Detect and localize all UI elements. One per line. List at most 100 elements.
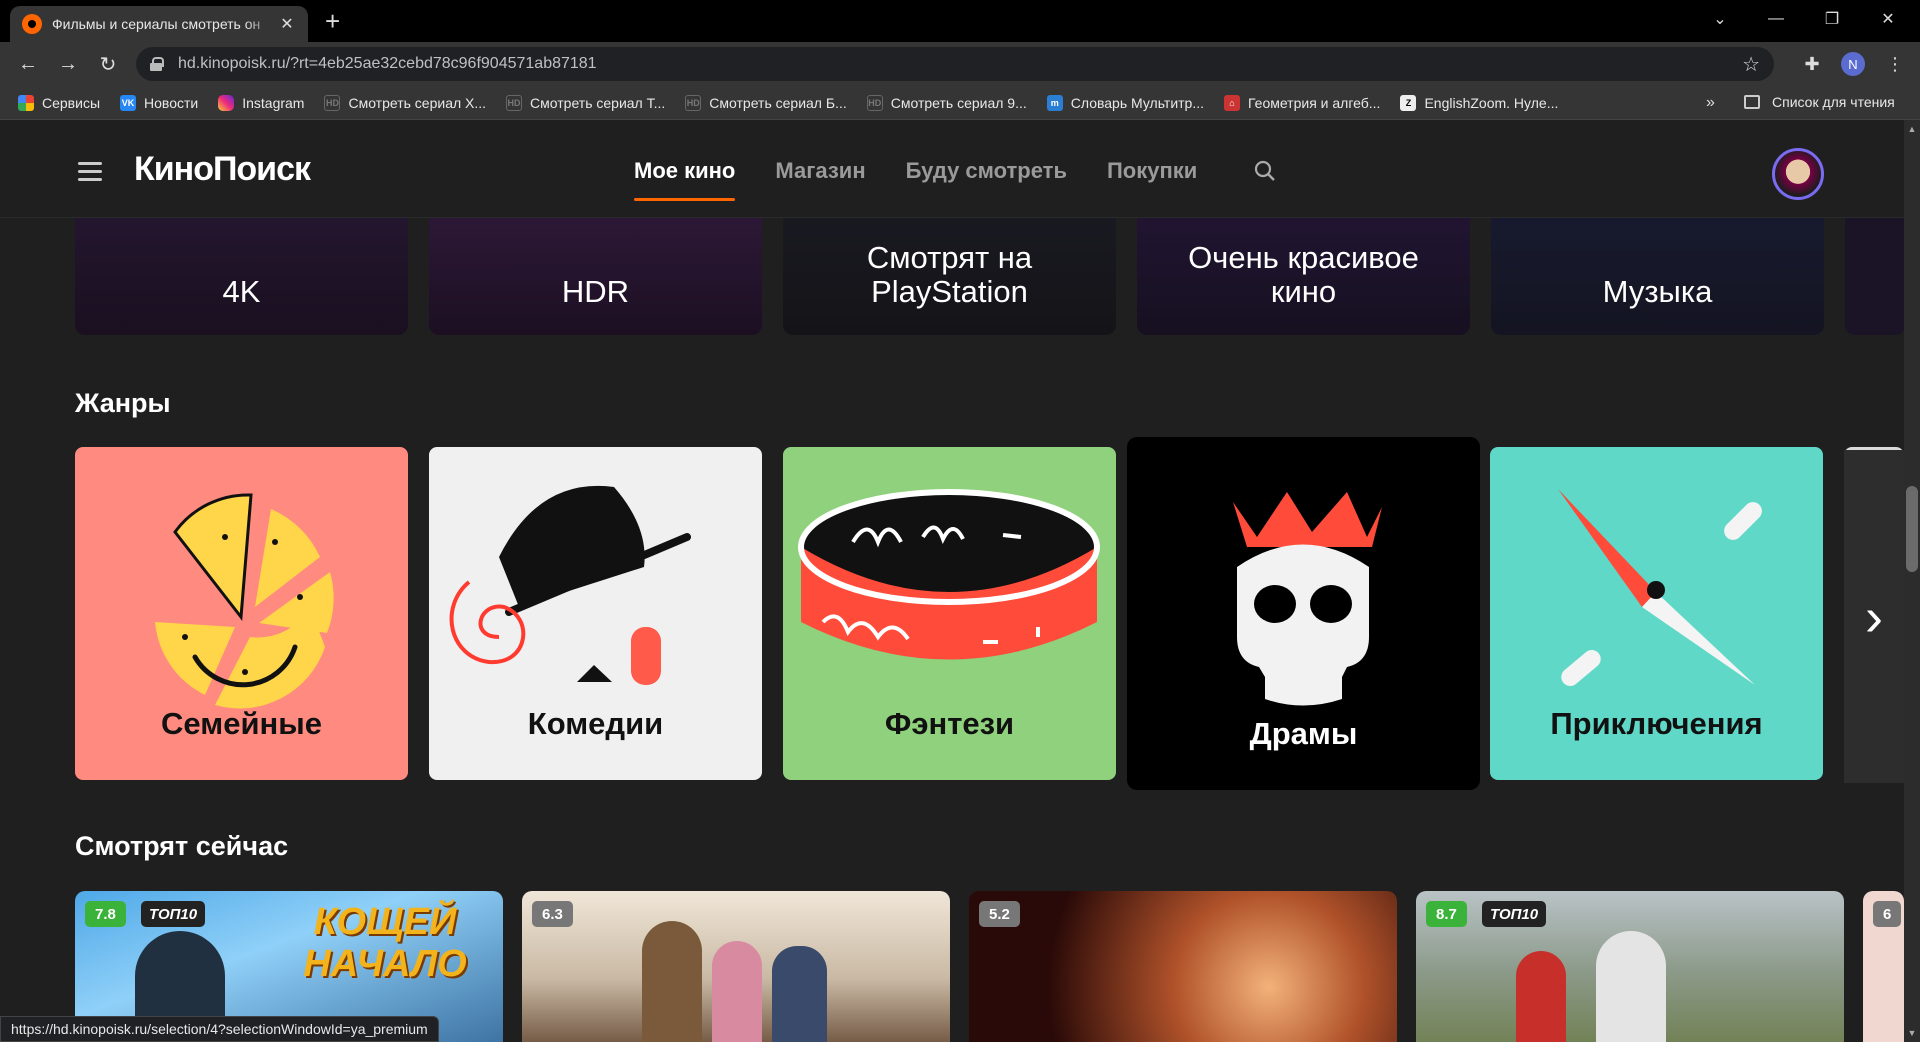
menu-watch-later[interactable]: Буду смотреть (906, 158, 1067, 184)
tab-search-icon[interactable]: ⌄ (1692, 0, 1748, 38)
rating-badge: 6.3 (532, 901, 573, 927)
hd-icon: HD (685, 94, 702, 111)
top10-badge: ТОП10 (141, 901, 206, 927)
bookmarks-bar: Сервисы VK Новости Instagram HD Смотреть с… (0, 86, 1920, 120)
search-icon[interactable] (1254, 160, 1276, 182)
user-avatar[interactable] (1772, 148, 1824, 200)
vk-icon: VK (120, 94, 137, 111)
collection-label: HDR (561, 274, 630, 309)
reload-icon[interactable]: ↻ (88, 52, 128, 77)
extensions-icon[interactable]: ✚ (1797, 52, 1827, 76)
menu-store[interactable]: Магазин (775, 158, 865, 184)
rating-badge: 8.7 (1426, 901, 1467, 927)
bookmark-label: Геометрия и алгеб... (1248, 94, 1381, 111)
chevron-right-icon: › (1865, 586, 1883, 647)
restore-button[interactable]: ❐ (1804, 0, 1860, 38)
rating-badge: 7.8 (85, 901, 126, 927)
genre-label: Фэнтези (884, 706, 1015, 741)
bookmark-serial-4[interactable]: HD Смотреть сериал 9... (866, 94, 1027, 111)
genre-label: Приключения (1550, 706, 1763, 741)
bookmark-instagram[interactable]: Instagram (218, 94, 305, 111)
bookmark-label: Новости (144, 94, 199, 111)
scrollbar-thumb[interactable] (1906, 486, 1918, 572)
bookmark-services[interactable]: Сервисы (18, 94, 100, 111)
close-tab-icon[interactable]: ✕ (278, 14, 296, 34)
bookmark-star-icon[interactable]: ☆ (1742, 52, 1760, 77)
close-window-button[interactable]: ✕ (1860, 0, 1916, 38)
genre-label: Драмы (1249, 716, 1358, 751)
collection-label: Очень красивое кино (1188, 240, 1419, 309)
hd-icon: HD (324, 94, 341, 111)
bookmark-label: Смотреть сериал Т... (530, 94, 666, 111)
reading-list-icon (1744, 95, 1760, 109)
bookmark-geometry[interactable]: ⌂ Геометрия и алгеб... (1224, 94, 1381, 111)
rating-badge: 6 (1873, 901, 1902, 927)
tab-title: Фильмы и сериалы смотреть он (52, 16, 261, 32)
more-bookmarks-button[interactable]: » (1706, 94, 1715, 112)
poster-character (1596, 931, 1666, 1042)
genre-comedy[interactable]: Комедии (429, 447, 762, 780)
collection-label: Музыка (1602, 274, 1713, 309)
url-text[interactable]: hd.kinopoisk.ru/?rt=4eb25ae32cebd78c96f9… (178, 55, 597, 73)
movie-poster-title: КОЩЕЙ НАЧАЛО (303, 901, 467, 985)
collection-label: Смотрят на PlayStation (866, 240, 1033, 309)
lock-icon[interactable] (150, 57, 164, 71)
bookmark-multitran[interactable]: m Словарь Мультитр... (1046, 94, 1204, 111)
address-bar[interactable]: hd.kinopoisk.ru/?rt=4eb25ae32cebd78c96f9… (136, 47, 1774, 81)
reading-list-button[interactable]: Список для чтения (1744, 94, 1895, 110)
poster-character (772, 946, 827, 1042)
movie-card-3[interactable]: 5.2 (969, 891, 1397, 1042)
scroll-up-icon[interactable]: ▲ (1904, 124, 1920, 138)
kinopoisk-logo[interactable]: КиноПоиск (134, 150, 311, 189)
movie-card-2[interactable]: 6.3 (522, 891, 950, 1042)
bookmark-serial-3[interactable]: HD Смотреть сериал Б... (685, 94, 847, 111)
bookmark-label: Смотреть сериал Б... (709, 94, 847, 111)
menu-hamburger-icon[interactable] (78, 162, 102, 186)
genre-adventure[interactable]: Приключения (1490, 447, 1823, 780)
bookmark-englishzoom[interactable]: Z EnglishZoom. Нуле... (1400, 94, 1559, 111)
movie-card-4[interactable]: 8.7 ТОП10 (1416, 891, 1844, 1042)
genre-label: Комедии (527, 706, 664, 741)
new-tab-button[interactable]: + (325, 8, 340, 34)
browser-toolbar: ← → ↻ hd.kinopoisk.ru/?rt=4eb25ae32cebd7… (0, 42, 1920, 86)
poster-character (712, 941, 762, 1042)
browser-tab[interactable]: Фильмы и сериалы смотреть он ✕ (10, 6, 308, 42)
browser-menu-icon[interactable]: ⋮ (1880, 52, 1910, 76)
genres-heading: Жанры (75, 388, 171, 418)
page-scrollbar[interactable] (1904, 120, 1920, 1042)
englishzoom-icon: Z (1400, 94, 1417, 111)
movie-card-partial[interactable]: 6 (1863, 891, 1904, 1042)
instagram-icon (218, 94, 235, 111)
back-icon[interactable]: ← (8, 53, 48, 76)
genre-drama[interactable]: Драмы (1127, 437, 1480, 790)
profile-button[interactable]: N (1838, 52, 1868, 76)
bookmark-serial-1[interactable]: HD Смотреть сериал Х... (324, 94, 487, 111)
collection-label: 4K (222, 274, 261, 309)
now-watching-heading: Смотрят сейчас (75, 831, 289, 861)
genre-fantasy[interactable]: Фэнтези (783, 447, 1116, 780)
site-header: КиноПоиск Мое кино Магазин Буду смотреть… (0, 120, 1904, 218)
menu-my-movies[interactable]: Мое кино (634, 158, 736, 201)
hd-icon: HD (506, 94, 523, 111)
kinopoisk-favicon-icon (22, 14, 42, 34)
genre-family[interactable]: Семейные (75, 447, 408, 780)
bookmark-label: EnglishZoom. Нуле... (1424, 94, 1559, 111)
poster-character (642, 921, 702, 1042)
rating-badge: 5.2 (979, 901, 1020, 927)
bookmark-label: Смотреть сериал 9... (890, 94, 1027, 111)
bookmark-label: Instagram (242, 94, 305, 111)
bookmark-serial-2[interactable]: HD Смотреть сериал Т... (506, 94, 666, 111)
tab-strip: Фильмы и сериалы смотреть он ✕ + ⌄ — ❐ ✕ (0, 0, 1920, 42)
school-icon: ⌂ (1224, 94, 1241, 111)
forward-icon[interactable]: → (48, 53, 88, 76)
menu-purchases[interactable]: Покупки (1107, 158, 1197, 184)
reading-list-label: Список для чтения (1772, 94, 1895, 110)
bookmark-label: Смотреть сериал Х... (348, 94, 487, 111)
bookmark-news[interactable]: VK Новости (120, 94, 199, 111)
scroll-down-icon[interactable]: ▼ (1904, 1028, 1920, 1042)
poster-character (1516, 951, 1566, 1042)
minimize-button[interactable]: — (1748, 0, 1804, 38)
multitran-icon: m (1046, 94, 1063, 111)
main-menu: Мое кино Магазин Буду смотреть Покупки (634, 158, 1237, 201)
carousel-next-button[interactable]: › (1844, 450, 1904, 783)
